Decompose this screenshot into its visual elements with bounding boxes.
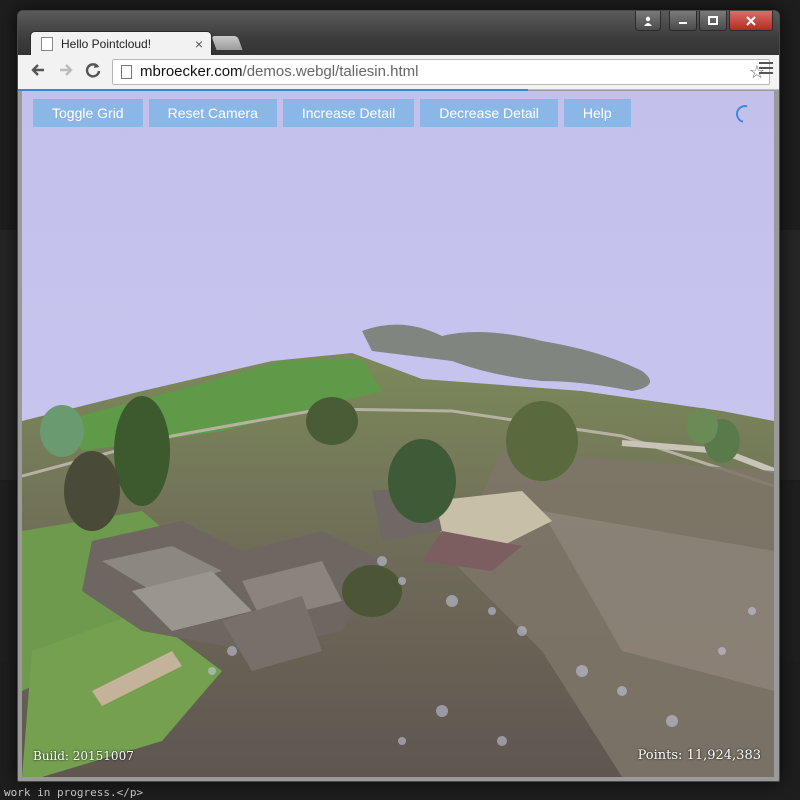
reload-icon[interactable] [85,62,101,81]
address-bar[interactable]: mbroecker.com/demos.webgl/taliesin.html … [112,59,770,85]
page-info-icon [121,65,132,79]
hamburger-menu-icon[interactable] [759,62,773,77]
reset-camera-button[interactable]: Reset Camera [148,99,277,127]
close-window-button[interactable] [729,11,773,31]
editor-line: work in progress.</p> [4,786,144,799]
build-label: Build: 20151007 [33,749,134,763]
new-tab-button[interactable] [211,36,243,50]
page-icon [41,37,53,51]
url-path: /demos.webgl/taliesin.html [242,63,419,80]
tab-title: Hello Pointcloud! [61,37,152,51]
minimize-button[interactable] [669,11,697,31]
url-domain: mbroecker.com [140,63,243,80]
control-buttons: Toggle Grid Reset Camera Increase Detail… [33,99,631,127]
forward-arrow-icon[interactable] [58,62,74,81]
webgl-canvas[interactable]: Toggle Grid Reset Camera Increase Detail… [22,91,774,777]
help-button[interactable]: Help [563,99,631,127]
minimize-icon [679,21,687,24]
increase-detail-button[interactable]: Increase Detail [282,99,415,127]
title-bar: Hello Pointcloud! × [18,11,779,56]
maximize-icon [708,15,718,25]
window-controls [635,11,773,31]
browser-toolbar: mbroecker.com/demos.webgl/taliesin.html … [18,55,779,90]
decrease-detail-button[interactable]: Decrease Detail [420,99,558,127]
user-icon[interactable] [635,11,661,31]
back-arrow-icon[interactable] [30,62,46,81]
url-text[interactable]: mbroecker.com/demos.webgl/taliesin.html [140,60,418,84]
toggle-grid-button[interactable]: Toggle Grid [33,99,143,127]
close-icon [746,15,756,26]
browser-window: Hello Pointcloud! × mbroecker.com/demos.… [17,10,780,782]
maximize-button[interactable] [699,11,727,31]
points-count: Points: 11,924,383 [637,748,761,763]
point-cloud-scene [22,91,774,777]
tab-close-icon[interactable]: × [195,36,203,52]
browser-tab[interactable]: Hello Pointcloud! × [30,31,212,56]
